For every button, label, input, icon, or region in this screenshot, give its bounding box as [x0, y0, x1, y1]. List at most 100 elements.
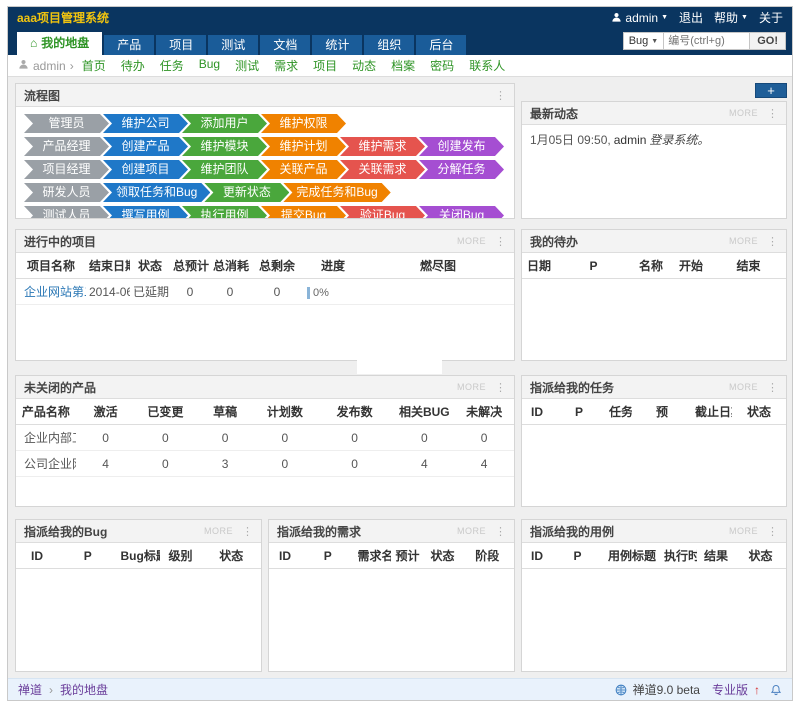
- column-header: Bug标题: [118, 543, 160, 569]
- breadcrumb-link[interactable]: 首页: [82, 57, 106, 74]
- flow-step[interactable]: 维护团队: [182, 160, 267, 179]
- flow-step[interactable]: 验证Bug: [340, 206, 425, 218]
- table-row[interactable]: 公司企业网站建设 4 0 3 0 0 4 4: [16, 451, 514, 477]
- column-header: P: [556, 253, 631, 279]
- kebab-menu-icon[interactable]: ⋮: [767, 525, 778, 538]
- main-nav: ⌂我的地盘 ⌂产品 ⌂项目 ⌂测试 ⌂文档 ⌂统计: [8, 28, 792, 55]
- panel-title: 我的待办: [530, 233, 729, 250]
- bell-icon[interactable]: [770, 684, 782, 696]
- flow-step[interactable]: 创建项目: [103, 160, 188, 179]
- flow-step[interactable]: 完成任务和Bug: [283, 183, 390, 202]
- about-link[interactable]: 关于: [759, 9, 783, 26]
- flow-step[interactable]: 更新状态: [204, 183, 289, 202]
- column-header: 总剩余: [250, 253, 304, 279]
- kebab-menu-icon[interactable]: ⋮: [242, 525, 253, 538]
- more-link[interactable]: MORE: [204, 526, 233, 536]
- footer-home-link[interactable]: 禅道: [18, 681, 42, 698]
- flow-step[interactable]: 产品经理: [24, 137, 109, 156]
- flow-row: 研发人员 领取任务和Bug 更新状态 完成任务和Bug: [24, 183, 506, 202]
- flow-row: 管理员 维护公司 添加用户 维护权限: [24, 114, 506, 133]
- kebab-menu-icon[interactable]: ⋮: [767, 381, 778, 394]
- nav-tab[interactable]: ⌂文档: [260, 35, 310, 55]
- search-input[interactable]: [664, 32, 750, 50]
- flow-step[interactable]: 执行用例: [182, 206, 267, 218]
- table-row[interactable]: 企业内部工时管理系统 0 0 0 0 0 0 0: [16, 425, 514, 451]
- breadcrumb-link[interactable]: 待办: [121, 57, 145, 74]
- flow-step[interactable]: 领取任务和Bug: [103, 183, 210, 202]
- flow-step[interactable]: 维护模块: [182, 137, 267, 156]
- flow-step[interactable]: 创建发布: [419, 137, 504, 156]
- nav-tab[interactable]: ⌂统计: [312, 35, 362, 55]
- flow-step[interactable]: 关联需求: [340, 160, 425, 179]
- user-menu[interactable]: admin ▼: [611, 11, 668, 25]
- panel-title: 指派给我的需求: [277, 523, 457, 540]
- flow-step[interactable]: 添加用户: [182, 114, 267, 133]
- nav-tab[interactable]: ⌂我的地盘: [17, 32, 102, 55]
- help-menu[interactable]: 帮助 ▼: [714, 9, 748, 26]
- nav-tab[interactable]: ⌂组织: [364, 35, 414, 55]
- flow-step[interactable]: 测试人员: [24, 206, 109, 218]
- more-link[interactable]: MORE: [457, 382, 486, 392]
- column-header: 级别: [160, 543, 202, 569]
- flow-step[interactable]: 项目经理: [24, 160, 109, 179]
- more-link[interactable]: MORE: [729, 526, 758, 536]
- more-link[interactable]: MORE: [729, 108, 758, 118]
- flow-step[interactable]: 创建产品: [103, 137, 188, 156]
- flow-step[interactable]: 维护公司: [103, 114, 188, 133]
- nav-tab[interactable]: ⌂后台: [416, 35, 466, 55]
- flow-step[interactable]: 提交Bug: [261, 206, 346, 218]
- breadcrumb-link[interactable]: 任务: [160, 57, 184, 74]
- breadcrumb-link[interactable]: 项目: [313, 57, 337, 74]
- kebab-menu-icon[interactable]: ⋮: [767, 107, 778, 120]
- column-header: 总消耗: [210, 253, 250, 279]
- breadcrumb-link[interactable]: 需求: [274, 57, 298, 74]
- nav-tab[interactable]: ⌂测试: [208, 35, 258, 55]
- add-block-button[interactable]: +: [755, 83, 787, 98]
- search-type-dropdown[interactable]: Bug▼: [623, 32, 665, 50]
- more-link[interactable]: MORE: [457, 236, 486, 246]
- footer: 禅道 › 我的地盘 禅道9.0 beta 专业版 ↑: [8, 678, 792, 700]
- flow-step[interactable]: 维护计划: [261, 137, 346, 156]
- breadcrumb-link[interactable]: Bug: [199, 57, 220, 74]
- breadcrumb-link[interactable]: 联系人: [469, 57, 505, 74]
- flow-step[interactable]: 维护权限: [261, 114, 346, 133]
- kebab-menu-icon[interactable]: ⋮: [495, 235, 506, 248]
- kebab-menu-icon[interactable]: ⋮: [495, 525, 506, 538]
- kebab-menu-icon[interactable]: ⋮: [495, 89, 506, 102]
- nav-tab[interactable]: ⌂项目: [156, 35, 206, 55]
- version-label[interactable]: 禅道9.0 beta: [633, 681, 700, 698]
- column-header: 任务名称: [606, 399, 632, 425]
- flow-step[interactable]: 分解任务: [419, 160, 504, 179]
- column-header: 激活: [76, 399, 136, 425]
- footer-page-link[interactable]: 我的地盘: [60, 681, 108, 698]
- breadcrumb-link[interactable]: 密码: [430, 57, 454, 74]
- go-button[interactable]: GO!: [750, 32, 786, 50]
- column-header: 计划数: [255, 399, 315, 425]
- panel-title: 流程图: [24, 87, 495, 104]
- more-link[interactable]: MORE: [729, 236, 758, 246]
- logout-link[interactable]: 退出: [679, 9, 703, 26]
- projects-table: 项目名称结束日期状态总预计总消耗总剩余进度燃尽图 企业网站第二期 2014-06…: [16, 253, 514, 305]
- panel-latest-activity: 最新动态 MORE ⋮ 1月05日 09:50,admin登录系统。: [521, 101, 787, 219]
- edition-link[interactable]: 专业版: [712, 681, 748, 698]
- breadcrumb: admin › 首页待办任务Bug测试需求项目动态档案密码联系人: [8, 55, 792, 77]
- breadcrumb-link[interactable]: 测试: [235, 57, 259, 74]
- kebab-menu-icon[interactable]: ⋮: [495, 381, 506, 394]
- flow-step[interactable]: 关联产品: [261, 160, 346, 179]
- flow-step[interactable]: 管理员: [24, 114, 109, 133]
- project-link[interactable]: 企业网站第二期: [24, 285, 86, 299]
- column-header: 日期: [522, 253, 556, 279]
- flow-step[interactable]: 撰写用例: [103, 206, 188, 218]
- kebab-menu-icon[interactable]: ⋮: [767, 235, 778, 248]
- breadcrumb-link[interactable]: 档案: [391, 57, 415, 74]
- flow-step[interactable]: 维护需求: [340, 137, 425, 156]
- upgrade-arrow-icon[interactable]: ↑: [754, 683, 760, 697]
- more-link[interactable]: MORE: [457, 526, 486, 536]
- breadcrumb-link[interactable]: 动态: [352, 57, 376, 74]
- column-header: 预: [632, 399, 692, 425]
- flow-step[interactable]: 关闭Bug: [419, 206, 504, 218]
- more-link[interactable]: MORE: [729, 382, 758, 392]
- flow-step[interactable]: 研发人员: [24, 183, 109, 202]
- zentao-app: aaa项目管理系统 admin ▼ 退出 帮助 ▼ 关于 ⌂我的地盘: [7, 6, 793, 701]
- nav-tab[interactable]: ⌂产品: [104, 35, 154, 55]
